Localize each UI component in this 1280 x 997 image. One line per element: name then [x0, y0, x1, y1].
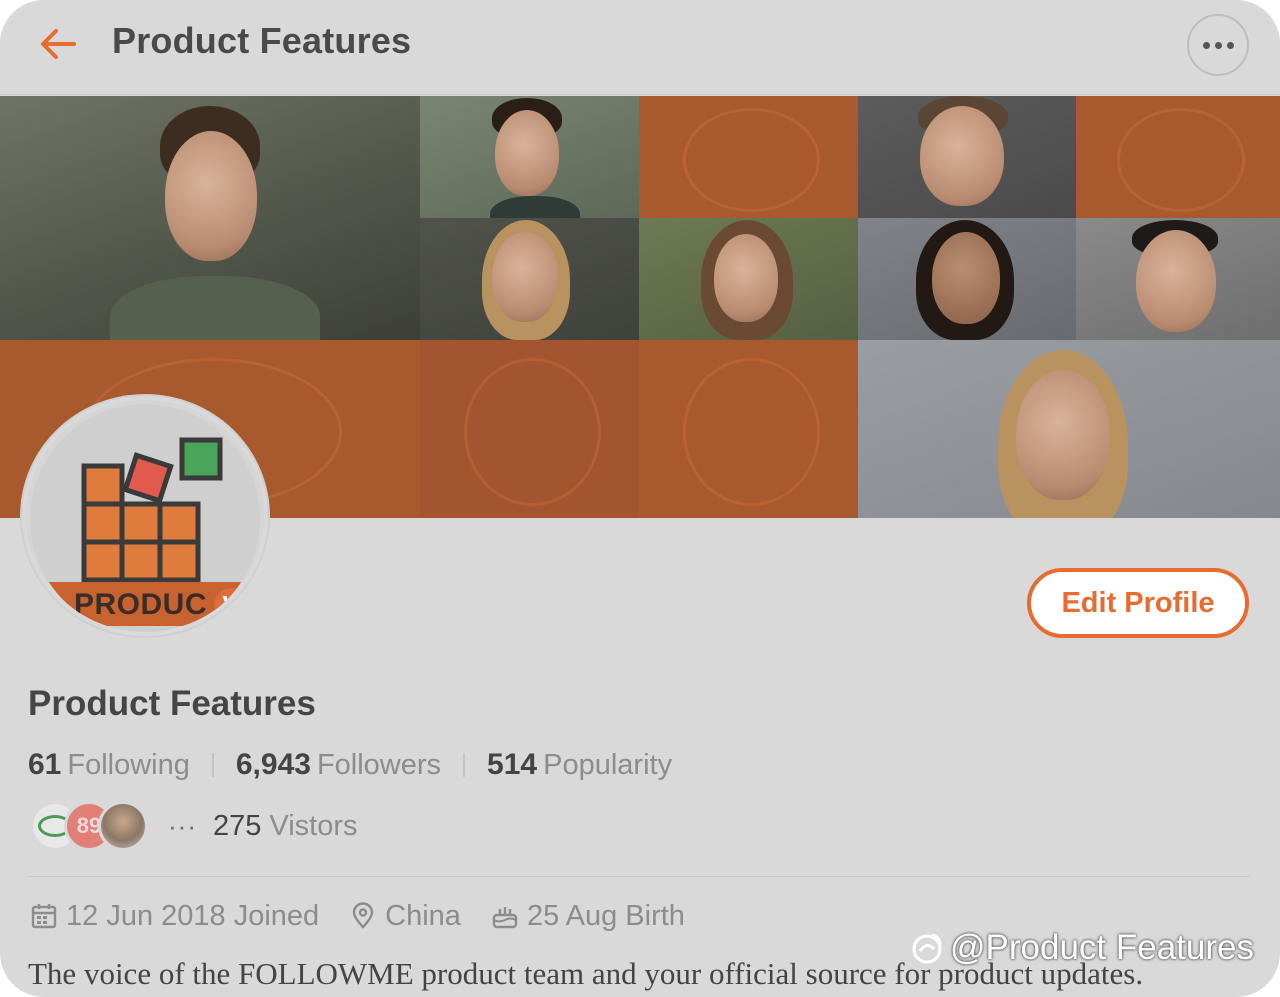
cover-photo: [858, 96, 1076, 218]
edit-profile-button[interactable]: Edit Profile: [1027, 568, 1249, 638]
cover-photo: [0, 96, 420, 340]
visitors-row[interactable]: 89 ··· 275 Vistors: [30, 800, 357, 852]
visitors-count: 275: [212, 809, 262, 842]
stat-divider: [211, 753, 214, 777]
calendar-icon: [31, 904, 57, 929]
section-divider: [28, 876, 1250, 877]
popularity-stat[interactable]: 514 Popularity: [487, 748, 672, 782]
more-visitors-icon: ···: [168, 810, 197, 841]
cover-photo: [858, 218, 1076, 340]
cover-photo: [858, 340, 1280, 518]
followers-label: Followers: [316, 749, 442, 781]
cover-pattern-tile: [639, 340, 858, 518]
birthday: 25 Aug Birth: [491, 900, 685, 933]
cover-pattern-tile: [639, 96, 858, 218]
profile-stats: 61 Following 6,943 Followers 514 Popular…: [28, 745, 672, 785]
followers-stat[interactable]: 6,943 Followers: [236, 748, 441, 782]
location-text: China: [385, 899, 461, 932]
popularity-count: 514: [487, 748, 538, 781]
watermark-text: @Product Features: [950, 928, 1254, 967]
popularity-label: Popularity: [543, 749, 673, 781]
watermark: @Product Features: [908, 928, 1254, 968]
more-horizontal-icon: [1202, 41, 1210, 49]
location-pin-icon: [352, 902, 374, 929]
app-window: Product Features PRODUC V Edit Profile P…: [0, 0, 1280, 997]
joined-date: 12 Jun 2018 Joined: [30, 900, 319, 933]
top-bar: Product Features: [0, 0, 1280, 95]
back-button[interactable]: [36, 22, 84, 66]
back-arrow-icon: [41, 29, 76, 59]
profile-name: Product Features: [28, 684, 316, 723]
visitor-avatar[interactable]: [98, 801, 148, 851]
more-options-button[interactable]: [1187, 14, 1249, 76]
cover-pattern-tile: [420, 340, 639, 518]
cover-photo: [420, 96, 639, 218]
followers-count: 6,943: [235, 748, 311, 781]
following-stat[interactable]: 61 Following: [28, 748, 190, 782]
location: China: [349, 900, 461, 933]
profile-avatar[interactable]: PRODUC V: [22, 396, 268, 636]
profile-meta: 12 Jun 2018 Joined China 25 Aug Birth: [30, 896, 715, 936]
following-label: Following: [67, 749, 190, 781]
following-count: 61: [28, 748, 62, 781]
birthday-text: 25 Aug Birth: [526, 899, 685, 932]
logo-wordmark: PRODUC: [74, 588, 208, 621]
cover-photo: [639, 218, 858, 340]
page-title: Product Features: [112, 20, 412, 61]
stat-divider: [463, 753, 466, 777]
cover-photo: [420, 218, 639, 340]
weibo-logo-icon: [912, 933, 942, 964]
cover-pattern-tile: [1076, 96, 1280, 218]
visitors-label: Vistors: [269, 809, 358, 842]
cover-photo: [1076, 218, 1280, 340]
joined-text: 12 Jun 2018 Joined: [66, 899, 320, 932]
birthday-cake-icon: [492, 907, 518, 929]
verified-badge-icon: V: [214, 588, 248, 622]
